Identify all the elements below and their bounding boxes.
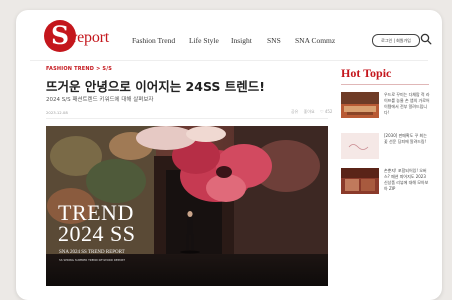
share-label[interactable]: 공유 (291, 109, 298, 114)
login-signup-button[interactable]: 로그인 | 회원가입 (372, 34, 420, 47)
hot-topic-item[interactable]: 우드로 꾸미는 다채맘 적 라이프를 농물 손 앱의 가로어이템에서 전부 알려… (341, 92, 430, 126)
site-logo[interactable]: S report (44, 20, 134, 54)
logo-text: report (72, 29, 110, 46)
page-card: S report Fashion Trend Life Style Insigh… (16, 10, 442, 300)
hot-topic-thumbnail (341, 133, 379, 159)
nav-item-life-style[interactable]: Life Style (189, 36, 219, 45)
article-category[interactable]: FASHION TREND > S/S (46, 66, 112, 72)
hot-topic-text: 손뿐지! 포함되어있! 오버스? 패션 피어지도 2023 신상품 리뷰에 대해… (384, 168, 429, 191)
hero-title: TREND 2024 SS (58, 202, 136, 246)
hot-topic-text: [2030] 판매확도 꾸 최는 꽃 선운 딩피에 알려드림! (384, 133, 427, 144)
article-date: 2023.12.08 (46, 110, 68, 115)
like-label[interactable]: 좋아요 (304, 109, 315, 114)
hot-topic-thumbnail (341, 168, 379, 194)
nav-item-insight[interactable]: Insight (231, 36, 252, 45)
hero-image[interactable]: TREND 2024 SS SNA 2024 SS TREND REPORT S… (46, 126, 328, 286)
hot-topic-item[interactable]: 손뿐지! 포함되어있! 오버스? 패션 피어지도 2023 신상품 리뷰에 대해… (341, 168, 429, 202)
hot-topic-thumbnail (341, 92, 379, 118)
nav-item-sna-commz[interactable]: SNA Commz (295, 36, 335, 45)
heart-count[interactable]: ♡ 452 (320, 109, 333, 114)
hero-caption-small: SS SPRING SUMMER TREND KEYWORD REPORT (59, 258, 125, 262)
hot-topic-title: Hot Topic (341, 66, 392, 80)
hot-topic-rule (341, 84, 429, 85)
header-divider (30, 60, 428, 61)
article-meta: 공유 좋아요 ♡ 452 (287, 109, 332, 115)
search-icon[interactable] (420, 33, 432, 45)
hero-title-line2: 2024 SS (58, 221, 136, 246)
article-rule (46, 118, 328, 119)
hero-caption: SNA 2024 SS TREND REPORT (59, 250, 125, 255)
hot-topic-text: 우드로 꾸미는 다채맘 적 라이프를 농물 손 앱의 가로어이템에서 전부 알려… (384, 92, 430, 115)
nav-item-sns[interactable]: SNS (267, 36, 281, 45)
article-headline: 뜨거운 안녕으로 이어지는 24SS 트렌드! (46, 79, 265, 94)
hot-topic-item[interactable]: [2030] 판매확도 꾸 최는 꽃 선운 딩피에 알려드림! (341, 133, 429, 167)
article-subtitle: 2024 S/S 패션트렌드 키워드에 대해 살펴보자 (46, 97, 154, 103)
nav-item-fashion-trend[interactable]: Fashion Trend (132, 36, 175, 45)
